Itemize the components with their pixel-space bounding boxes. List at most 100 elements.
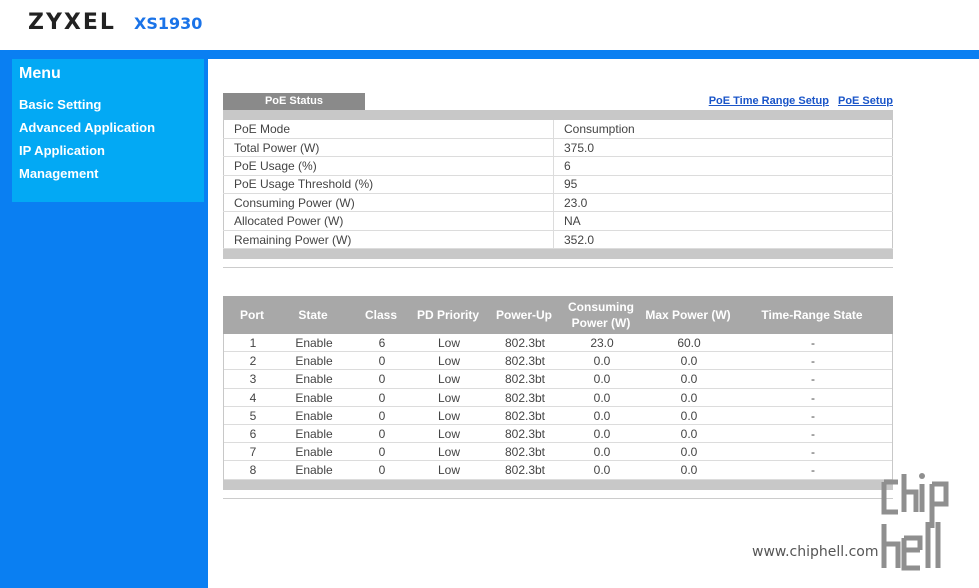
cell-time-range-state: -: [811, 408, 815, 423]
cell-consuming-power: 0.0: [593, 354, 611, 369]
cell-state: Enable: [295, 336, 333, 350]
cell-state: Enable: [295, 372, 333, 387]
cell-pd-priority: Low: [437, 408, 460, 423]
cell-class: 0: [378, 354, 386, 369]
cell-state: Enable: [295, 408, 333, 423]
cell-port: 1: [249, 336, 257, 350]
status-row: PoE Usage (%) 6: [223, 156, 893, 176]
cell-max-power: 0.0: [680, 372, 698, 387]
cell-time-range-state: -: [811, 336, 815, 350]
menu-item-basic-setting[interactable]: Basic Setting: [19, 97, 101, 112]
table-row: 8 Enable 0 Low 802.3bt 0.0 0.0 -: [224, 461, 892, 480]
table-row: 6 Enable 0 Low 802.3bt 0.0 0.0 -: [224, 425, 892, 444]
poe-status-table: PoE Mode Consumption Total Power (W) 375.0…: [223, 120, 893, 250]
cell-max-power: 0.0: [680, 426, 698, 441]
status-value: 95: [553, 175, 893, 195]
cell-power-up: 802.3bt: [504, 372, 546, 387]
top-links: PoE Time Range Setup PoE Setup: [703, 95, 893, 107]
table-row: 7 Enable 0 Low 802.3bt 0.0 0.0 -: [224, 443, 892, 462]
cell-pd-priority: Low: [437, 463, 460, 478]
status-label: PoE Usage Threshold (%): [223, 175, 554, 195]
cell-class: 0: [378, 408, 386, 423]
table-row: 5 Enable 0 Low 802.3bt 0.0 0.0 -: [224, 407, 892, 425]
cell-consuming-power: 0.0: [593, 372, 611, 387]
cell-pd-priority: Low: [437, 336, 460, 350]
status-value: 352.0: [553, 230, 893, 250]
cell-port: 3: [249, 372, 257, 387]
cell-class: 0: [378, 390, 386, 405]
cell-max-power: 0.0: [680, 390, 698, 405]
cell-pd-priority: Low: [437, 372, 460, 387]
tab-poe-status[interactable]: PoE Status: [223, 93, 365, 110]
col-header-port: Port: [240, 308, 264, 322]
cell-max-power: 0.0: [680, 354, 698, 369]
header: ZYXEL XS1930: [0, 0, 979, 50]
header-divider: [0, 50, 979, 59]
status-label: Remaining Power (W): [223, 230, 554, 250]
menu-item-advanced-application[interactable]: Advanced Application: [19, 120, 155, 135]
cell-consuming-power: 0.0: [593, 445, 611, 460]
cell-class: 0: [378, 445, 386, 460]
cell-power-up: 802.3bt: [504, 408, 546, 423]
menu-title: Menu: [19, 65, 61, 82]
port-footer-bar: [223, 480, 893, 490]
cell-state: Enable: [295, 354, 333, 369]
table-row: 2 Enable 0 Low 802.3bt 0.0 0.0 -: [224, 352, 892, 371]
cell-consuming-power: 0.0: [593, 390, 611, 405]
model-name: XS1930: [134, 14, 203, 33]
status-label: PoE Mode: [223, 120, 554, 139]
table-row: 3 Enable 0 Low 802.3bt 0.0 0.0 -: [224, 370, 892, 389]
status-value: 375.0: [553, 138, 893, 158]
cell-max-power: 0.0: [680, 408, 698, 423]
status-label: Total Power (W): [223, 138, 554, 158]
cell-class: 6: [378, 336, 386, 350]
col-header-time-range-state: Time-Range State: [761, 308, 863, 322]
cell-port: 5: [249, 408, 257, 423]
cell-consuming-power: 0.0: [593, 408, 611, 423]
cell-port: 2: [249, 354, 257, 369]
brand-logo: ZYXEL: [28, 10, 116, 35]
status-label: Allocated Power (W): [223, 211, 554, 231]
section-divider: [223, 267, 893, 268]
cell-time-range-state: -: [811, 426, 815, 441]
cell-class: 0: [378, 463, 386, 478]
cell-power-up: 802.3bt: [504, 426, 546, 441]
cell-time-range-state: -: [811, 390, 815, 405]
cell-port: 4: [249, 390, 257, 405]
cell-state: Enable: [295, 463, 333, 478]
cell-max-power: 0.0: [680, 463, 698, 478]
status-footer-bar: [223, 249, 893, 259]
cell-time-range-state: -: [811, 445, 815, 460]
cell-pd-priority: Low: [437, 445, 460, 460]
status-value: Consumption: [553, 120, 893, 139]
cell-consuming-power: 0.0: [593, 463, 611, 478]
status-value: 23.0: [553, 193, 893, 213]
status-header-bar: [223, 110, 893, 120]
cell-class: 0: [378, 372, 386, 387]
cell-max-power: 0.0: [680, 445, 698, 460]
menu-item-ip-application[interactable]: IP Application: [19, 143, 105, 158]
status-row: PoE Mode Consumption: [223, 120, 893, 139]
cell-time-range-state: -: [811, 372, 815, 387]
cell-time-range-state: -: [811, 354, 815, 369]
cell-time-range-state: -: [811, 463, 815, 478]
sidebar: Menu Basic Setting Advanced Application …: [0, 59, 208, 588]
status-label: PoE Usage (%): [223, 156, 554, 176]
poe-time-range-setup-link[interactable]: PoE Time Range Setup: [709, 95, 829, 107]
watermark-text: www.chiphell.com: [752, 544, 879, 560]
poe-setup-link[interactable]: PoE Setup: [838, 95, 893, 107]
table-row: 4 Enable 0 Low 802.3bt 0.0 0.0 -: [224, 389, 892, 407]
status-row: PoE Usage Threshold (%) 95: [223, 175, 893, 195]
menu-item-management[interactable]: Management: [19, 166, 98, 181]
status-label: Consuming Power (W): [223, 193, 554, 213]
status-row: Allocated Power (W) NA: [223, 211, 893, 231]
cell-state: Enable: [295, 426, 333, 441]
cell-power-up: 802.3bt: [504, 390, 546, 405]
status-value: 6: [553, 156, 893, 176]
menu-panel: Menu Basic Setting Advanced Application …: [12, 59, 204, 202]
cell-consuming-power: 0.0: [593, 426, 611, 441]
status-row: Remaining Power (W) 352.0: [223, 230, 893, 250]
status-row: Consuming Power (W) 23.0: [223, 193, 893, 213]
col-header-state: State: [298, 308, 328, 322]
cell-port: 6: [249, 426, 257, 441]
